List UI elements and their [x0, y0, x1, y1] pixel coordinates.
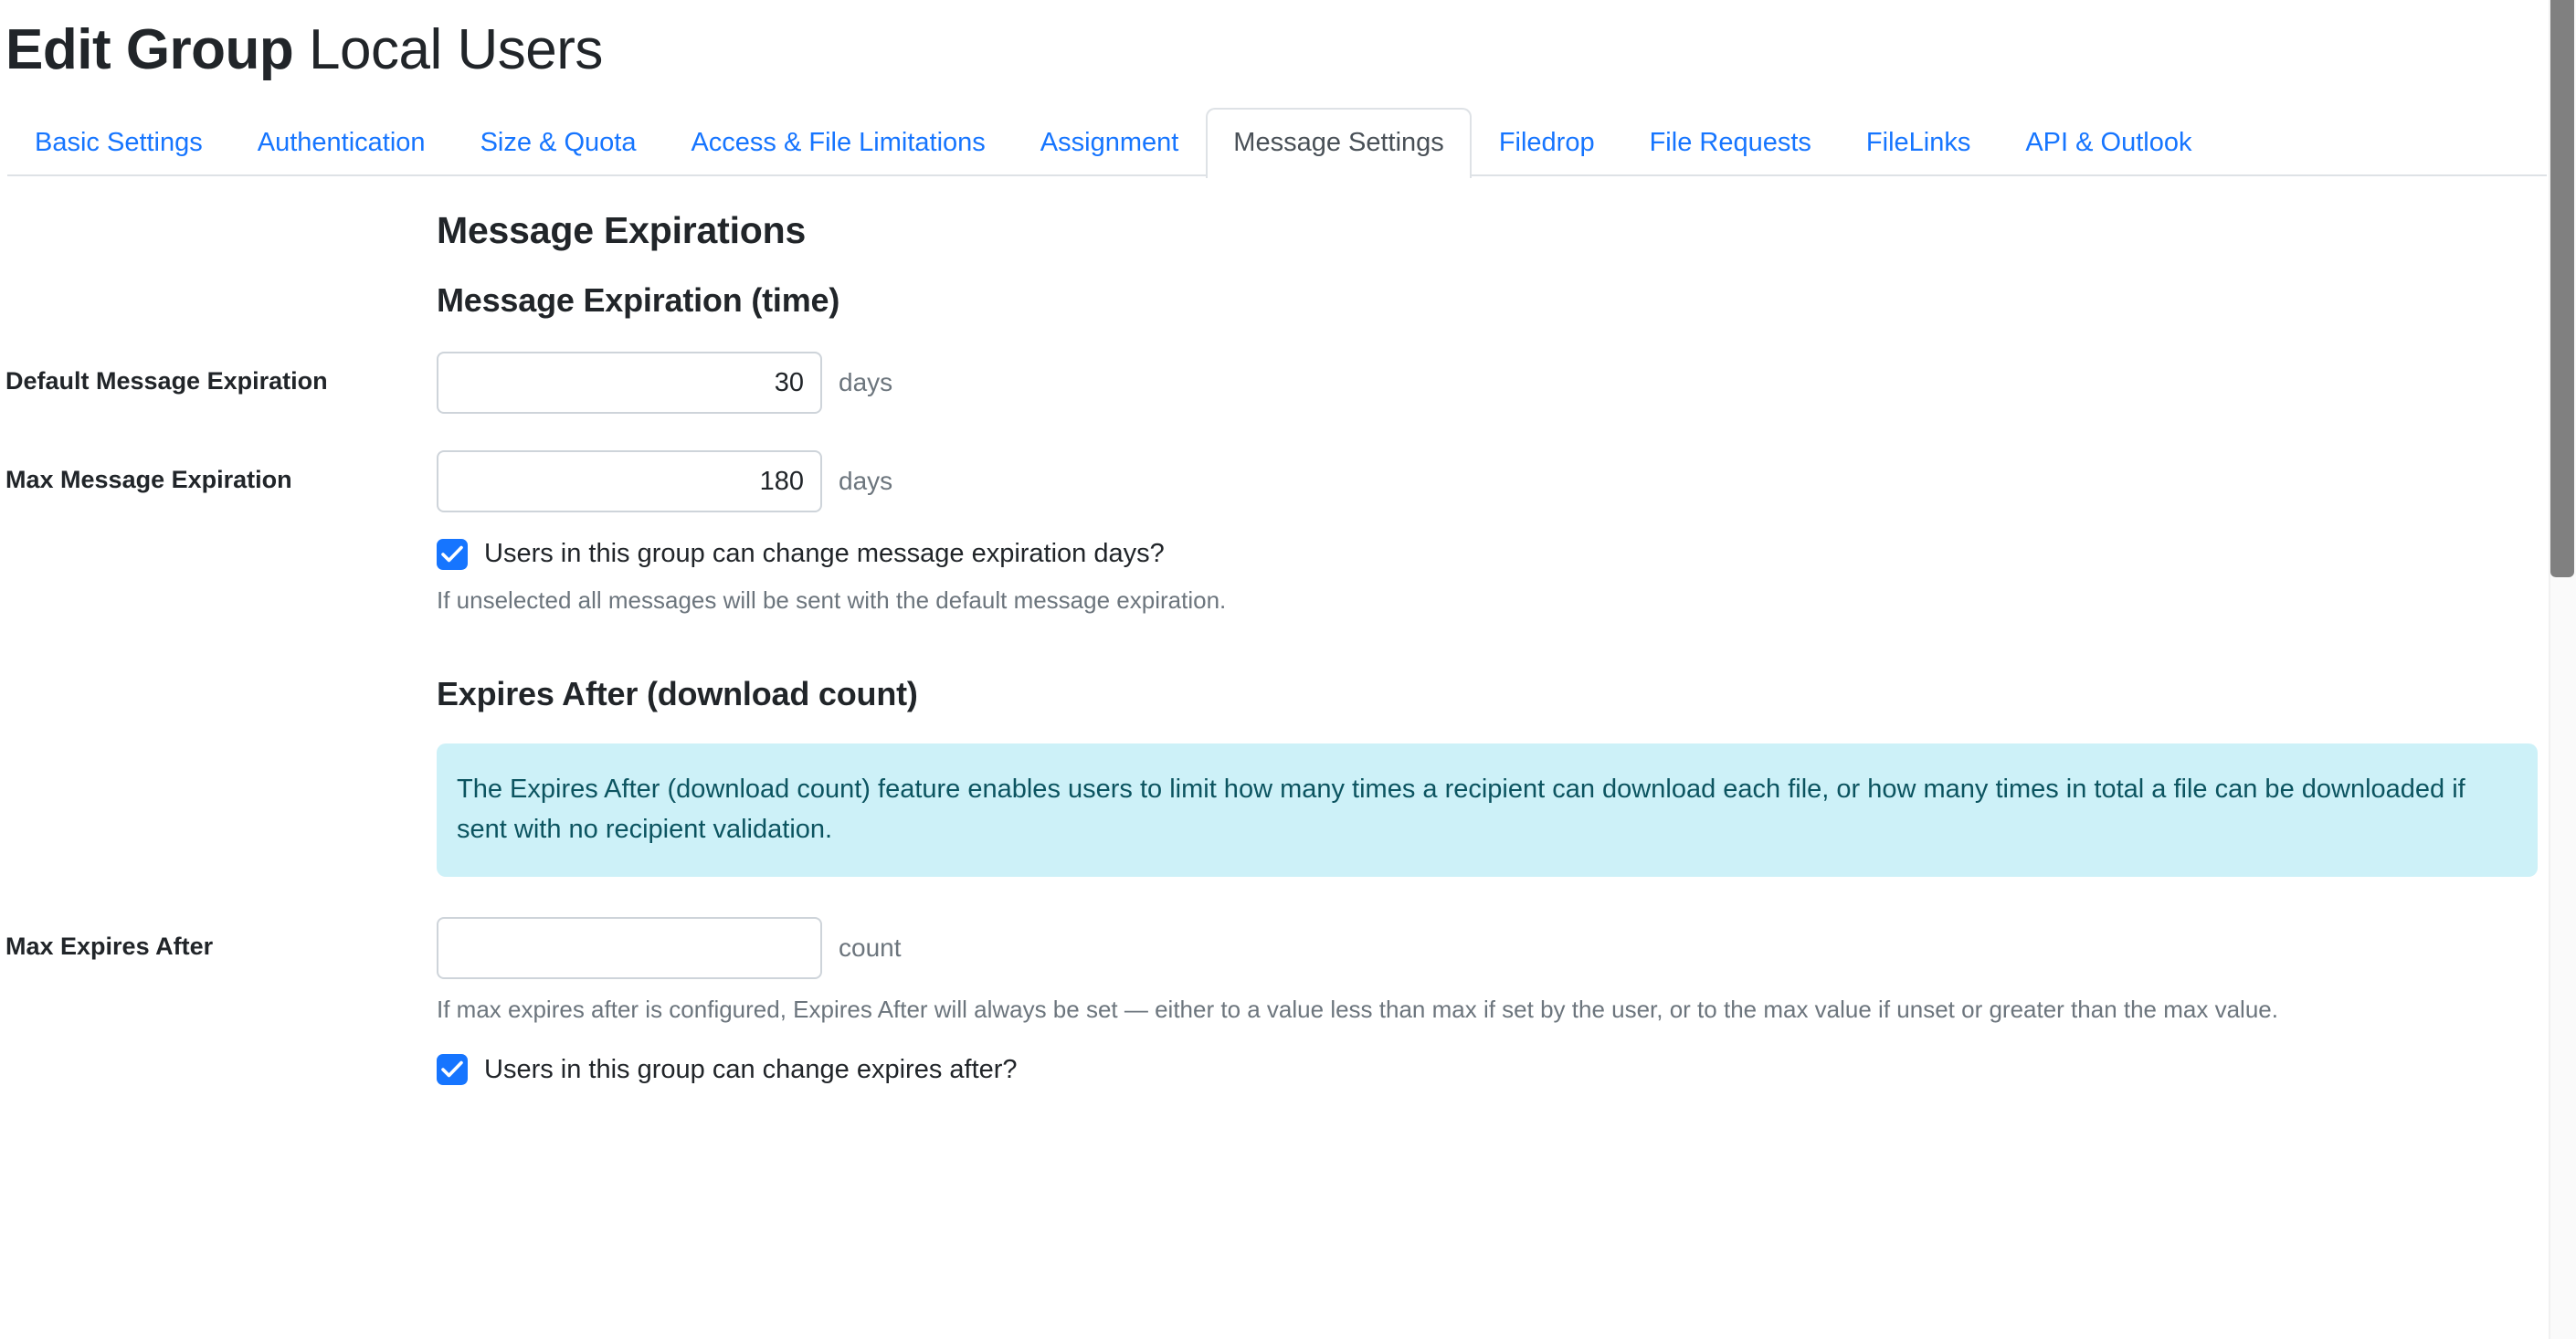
subsection-title-expires-after: Expires After (download count) — [437, 675, 918, 713]
section-title-message-expirations: Message Expirations — [437, 209, 807, 252]
checkbox-row-allow-change-expiration-days[interactable]: Users in this group can change message e… — [437, 538, 2538, 570]
field-row-max-expires-after: Max Expires After count If max expires a… — [0, 917, 2576, 1085]
subsection-heading-row-expires-after: Expires After (download count) — [0, 673, 2576, 714]
field-row-default-message-expiration: Default Message Expiration days — [0, 352, 2576, 415]
field-label-max-expires-after: Max Expires After — [5, 933, 214, 961]
checkbox-label-allow-change-expiration-days[interactable]: Users in this group can change message e… — [484, 538, 1165, 570]
checkbox-allow-change-expiration-days[interactable] — [437, 538, 468, 570]
tab-filelinks[interactable]: FileLinks — [1839, 108, 1998, 176]
default-message-expiration-input[interactable] — [437, 352, 822, 415]
tab-basic-settings[interactable]: Basic Settings — [7, 108, 230, 176]
tab-size-quota[interactable]: Size & Quota — [453, 108, 664, 176]
suffix-days-default: days — [839, 368, 893, 397]
suffix-count-max-expires-after: count — [839, 933, 902, 963]
tab-authentication[interactable]: Authentication — [230, 108, 453, 176]
info-box-expires-after: The Expires After (download count) featu… — [437, 743, 2538, 878]
max-expires-after-input[interactable] — [437, 917, 822, 980]
info-callout-row: The Expires After (download count) featu… — [0, 743, 2576, 878]
info-callout-col: The Expires After (download count) featu… — [437, 743, 2576, 878]
label-col-default-message-expiration: Default Message Expiration — [0, 352, 437, 398]
message-settings-panel: Message Expirations Message Expiration (… — [0, 176, 2576, 1085]
section-heading-col: Message Expirations — [437, 207, 2576, 254]
checkbox-label-allow-change-expires-after[interactable]: Users in this group can change expires a… — [484, 1054, 1018, 1086]
tab-file-requests[interactable]: File Requests — [1622, 108, 1839, 176]
tab-message-settings[interactable]: Message Settings — [1206, 108, 1472, 179]
tab-filedrop[interactable]: Filedrop — [1472, 108, 1622, 176]
label-col-max-expires-after: Max Expires After — [0, 917, 437, 964]
input-col-max-message-expiration: days Users in this group can change mess… — [437, 450, 2576, 617]
input-col-default-message-expiration: days — [437, 352, 2576, 415]
field-label-max-message-expiration: Max Message Expiration — [5, 466, 292, 494]
tab-api-outlook[interactable]: API & Outlook — [1998, 108, 2219, 176]
section-heading-row: Message Expirations — [0, 207, 2576, 254]
tab-access-file-limitations[interactable]: Access & File Limitations — [663, 108, 1012, 176]
vertical-scrollbar-track[interactable] — [2549, 0, 2576, 1339]
checkbox-row-allow-change-expires-after[interactable]: Users in this group can change expires a… — [437, 1053, 2538, 1086]
field-label-default-message-expiration: Default Message Expiration — [5, 367, 328, 395]
page-title: Edit Group Local Users — [0, 0, 2576, 83]
field-row-max-message-expiration: Max Message Expiration days Users in thi… — [0, 450, 2576, 617]
subsection-heading-col-expires-after: Expires After (download count) — [437, 673, 2576, 714]
input-col-max-expires-after: count If max expires after is configured… — [437, 917, 2576, 1085]
subsection-title-message-expiration-time: Message Expiration (time) — [437, 281, 840, 320]
input-line-max-expires-after: count — [437, 917, 2538, 980]
label-col-max-message-expiration: Max Message Expiration — [0, 450, 437, 497]
help-text-allow-change-expiration-days: If unselected all messages will be sent … — [437, 586, 1227, 615]
subsection-heading-col: Message Expiration (time) — [437, 279, 2576, 321]
input-line-default-message-expiration: days — [437, 352, 2538, 415]
checkmark-icon — [441, 545, 463, 563]
tab-bar: Basic Settings Authentication Size & Quo… — [0, 108, 2576, 179]
page-title-strong: Edit Group — [5, 18, 294, 81]
suffix-days-max: days — [839, 467, 893, 496]
subsection-heading-row-expiration-time: Message Expiration (time) — [0, 279, 2576, 321]
checkmark-icon — [441, 1060, 463, 1078]
max-message-expiration-input[interactable] — [437, 450, 822, 513]
help-text-max-expires-after: If max expires after is configured, Expi… — [437, 996, 2278, 1024]
vertical-scrollbar-thumb[interactable] — [2550, 0, 2574, 577]
checkbox-allow-change-expires-after[interactable] — [437, 1053, 468, 1085]
tab-assignment[interactable]: Assignment — [1013, 108, 1207, 176]
input-line-max-message-expiration: days — [437, 450, 2538, 513]
page-title-light: Local Users — [309, 18, 603, 81]
